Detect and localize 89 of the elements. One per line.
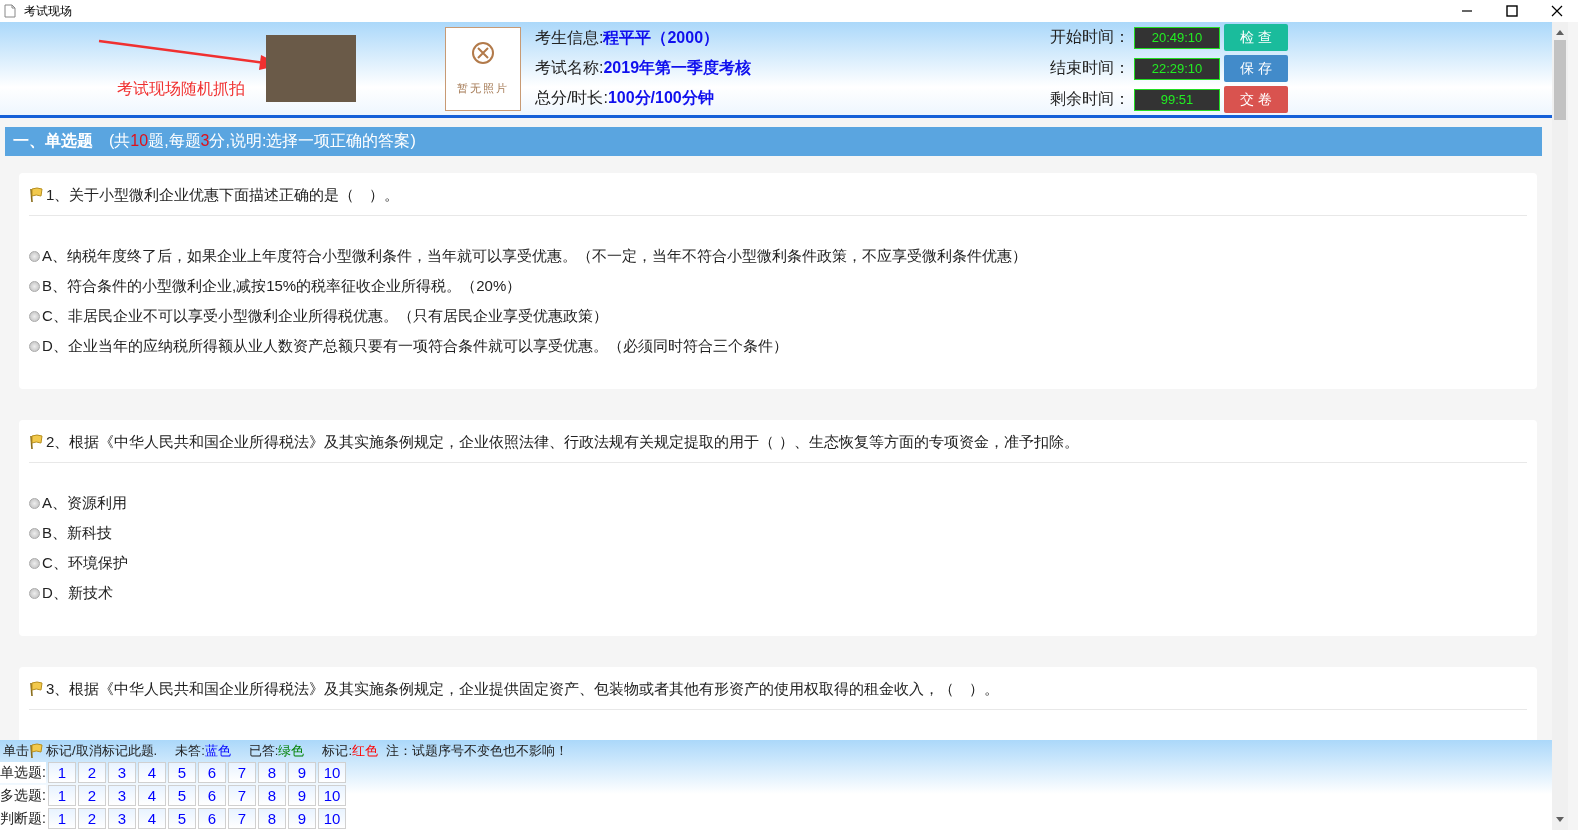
legend-label: 未答: <box>175 742 205 760</box>
question-number[interactable]: 2 <box>78 762 106 783</box>
scroll-down-icon <box>1555 816 1565 824</box>
document-icon <box>4 4 16 18</box>
time-label: 剩余时间： <box>1050 89 1130 109</box>
radio-button[interactable] <box>29 310 40 322</box>
question-number[interactable]: 9 <box>288 808 316 829</box>
question-number[interactable]: 3 <box>108 785 136 806</box>
info-value: 100分/100分钟 <box>607 89 714 106</box>
section-description: (共10题,每题3分,说明:选择一项正确的答案) <box>109 131 416 151</box>
question-number[interactable]: 5 <box>168 785 196 806</box>
question-text: 2、根据《中华人民共和国企业所得税法》及其实施条例规定，企业依照法律、行政法规有关规定提取的用于（ ）、生态恢复等方面的专项资金，准予扣除。 <box>46 432 1079 452</box>
question-number[interactable]: 4 <box>138 762 166 783</box>
option-label[interactable]: D、企业当年的应纳税所得额从业人数资产总额只要有一项符合条件就可以享受优惠。（必须同时符合三个条件） <box>42 336 788 356</box>
question-number[interactable]: 2 <box>78 785 106 806</box>
close-icon <box>1550 4 1564 18</box>
question-number[interactable]: 3 <box>108 762 136 783</box>
radio-button[interactable] <box>29 527 40 539</box>
option-label[interactable]: A、纳税年度终了后，如果企业上年度符合小型微利条件，当年就可以享受优惠。（不一定，当年不符合小型微利条件政策，不应享受微利条件优惠） <box>42 246 1027 266</box>
time-display: 22:29:10 <box>1134 57 1220 80</box>
question-number[interactable]: 3 <box>108 808 136 829</box>
radio-button[interactable] <box>29 250 40 262</box>
question-text: 3、根据《中华人民共和国企业所得税法》及其实施条例规定，企业提供固定资产、包装物或者其他有形资产的使用权取得的租金收入，（ ）。 <box>46 679 1000 699</box>
no-photo-label: 暂无照片 <box>457 81 509 96</box>
snapshot-caption: 考试现场随机抓拍 <box>117 79 245 99</box>
question-number[interactable]: 2 <box>78 808 106 829</box>
time-label: 结束时间： <box>1050 58 1130 78</box>
legend-value: 红色 <box>352 742 379 760</box>
scrollbar[interactable] <box>1552 22 1568 830</box>
question-number[interactable]: 8 <box>258 808 286 829</box>
radio-button[interactable] <box>29 587 40 599</box>
question-number[interactable]: 4 <box>138 785 166 806</box>
radio-button[interactable] <box>29 280 40 292</box>
hint-text: 单击 <box>3 742 29 760</box>
question-number[interactable]: 10 <box>318 762 346 783</box>
save-button[interactable]: 保 存 <box>1224 55 1288 82</box>
question-number[interactable]: 1 <box>48 785 76 806</box>
question-number[interactable]: 8 <box>258 785 286 806</box>
radio-button[interactable] <box>29 557 40 569</box>
maximize-icon <box>1505 4 1519 18</box>
scroll-up-icon <box>1555 28 1565 36</box>
question-number[interactable]: 7 <box>228 785 256 806</box>
time-label: 开始时间： <box>1050 27 1130 47</box>
info-value: 2019年第一季度考核 <box>603 59 752 76</box>
question-number[interactable]: 10 <box>318 785 346 806</box>
scroll-thumb[interactable] <box>1554 40 1566 120</box>
question-number[interactable]: 8 <box>258 762 286 783</box>
question-number[interactable]: 4 <box>138 808 166 829</box>
question-number[interactable]: 6 <box>198 762 226 783</box>
question-number[interactable]: 7 <box>228 762 256 783</box>
question-number[interactable]: 6 <box>198 785 226 806</box>
option-label[interactable]: B、新科技 <box>42 523 112 543</box>
flag-icon <box>29 681 44 697</box>
flag-icon <box>29 187 44 203</box>
question-number[interactable]: 9 <box>288 785 316 806</box>
info-label: 考试名称: <box>535 59 604 76</box>
hint-text: 标记/取消标记此题. <box>46 742 158 760</box>
question-number[interactable]: 9 <box>288 762 316 783</box>
info-value: 程平平（2000） <box>603 29 720 46</box>
question-number[interactable]: 5 <box>168 808 196 829</box>
option-label[interactable]: A、资源利用 <box>42 493 127 513</box>
time-display: 99:51 <box>1134 88 1220 111</box>
window-title: 考试现场 <box>24 2 72 20</box>
question-number[interactable]: 7 <box>228 808 256 829</box>
note-text: 注：试题序号不变色也不影响！ <box>386 742 569 760</box>
info-label: 总分/时长: <box>535 89 608 106</box>
section-title: 一、单选题 <box>13 131 93 151</box>
option-label[interactable]: B、符合条件的小型微利企业,减按15%的税率征收企业所得税。（20%） <box>42 276 522 296</box>
legend-value: 绿色 <box>278 742 305 760</box>
question-number[interactable]: 5 <box>168 762 196 783</box>
radio-button[interactable] <box>29 497 40 509</box>
no-photo-icon <box>471 41 495 65</box>
legend-label: 标记: <box>322 742 353 760</box>
submit-button[interactable]: 交 卷 <box>1224 86 1288 113</box>
question-number[interactable]: 1 <box>48 808 76 829</box>
question-text: 1、关于小型微利企业优惠下面描述正确的是（ ）。 <box>46 185 400 205</box>
flag-icon <box>29 743 44 759</box>
option-label[interactable]: C、环境保护 <box>42 553 128 573</box>
time-display: 20:49:10 <box>1134 26 1220 49</box>
option-label[interactable]: C、非居民企业不可以享受小型微利企业所得税优惠。（只有居民企业享受优惠政策） <box>42 306 608 326</box>
question-number[interactable]: 1 <box>48 762 76 783</box>
info-label: 考生信息: <box>535 29 604 46</box>
option-label[interactable]: D、新技术 <box>42 583 113 603</box>
question-number[interactable]: 10 <box>318 808 346 829</box>
flag-icon <box>29 434 44 450</box>
radio-button[interactable] <box>29 340 40 352</box>
question-number[interactable]: 6 <box>198 808 226 829</box>
legend-label: 已答: <box>248 742 279 760</box>
row-label: 单选题: <box>0 762 46 783</box>
